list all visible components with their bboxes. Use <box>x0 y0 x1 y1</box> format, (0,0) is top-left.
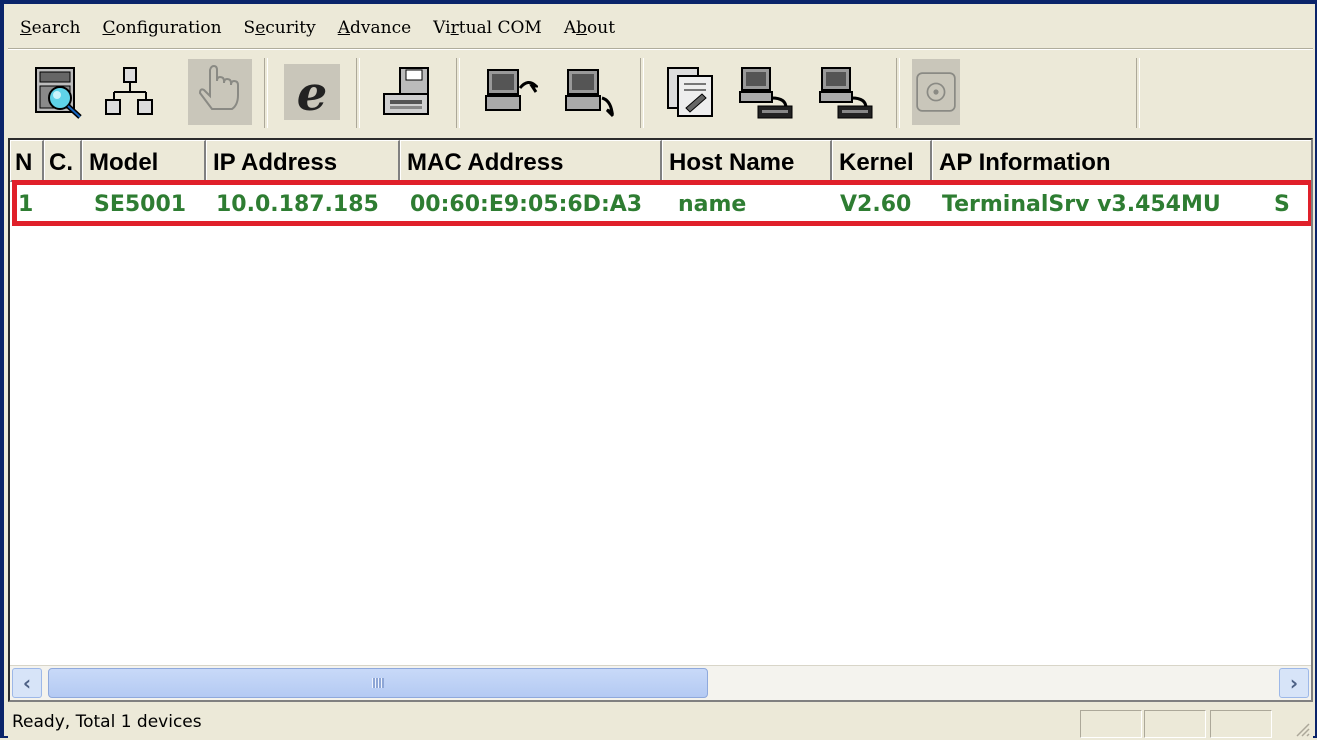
menu-virtual-com[interactable]: Virtual COM <box>422 18 553 38</box>
cell-ap-information: TerminalSrv v3.454MU <box>942 191 1221 217</box>
column-header-ap-information[interactable]: AP Information <box>932 140 1311 182</box>
toolbar-separator <box>456 58 460 128</box>
menu-about-pre: A <box>563 18 577 38</box>
settings-document-icon <box>667 67 713 117</box>
computer-serial-icon <box>739 67 793 119</box>
menu-security-rest: curity <box>265 18 316 38</box>
status-pane <box>1210 710 1272 738</box>
toolbar-separator <box>640 58 644 128</box>
column-header-kernel[interactable]: Kernel <box>832 140 932 182</box>
download-button[interactable] <box>558 59 622 125</box>
web-browser-button[interactable]: e <box>280 59 344 125</box>
menu-about-accel: b <box>576 18 588 38</box>
column-header-n[interactable]: N <box>10 140 44 182</box>
cell-ip-address: 10.0.187.185 <box>216 191 379 217</box>
phone-icon <box>916 72 956 112</box>
upload-button[interactable] <box>478 59 542 125</box>
menu-virtual-com-accel: r <box>450 18 459 38</box>
toolbar-separator <box>356 58 360 128</box>
save-button[interactable] <box>374 59 438 125</box>
chevron-left-icon: ‹ <box>22 671 32 695</box>
column-header-host-name[interactable]: Host Name <box>662 140 832 182</box>
network-button[interactable] <box>98 59 162 125</box>
cell-number: 1 <box>18 191 34 217</box>
toolbar-separator <box>896 58 900 128</box>
scroll-right-button[interactable]: › <box>1279 668 1309 698</box>
menu-configuration-accel: C <box>102 18 116 38</box>
toolbar: e <box>8 49 1313 139</box>
menu-search[interactable]: Search <box>8 18 91 38</box>
horizontal-scrollbar[interactable]: ‹ › <box>10 665 1311 700</box>
save-disk-icon <box>383 67 429 115</box>
column-header-model[interactable]: Model <box>82 140 206 182</box>
serial-config-button[interactable] <box>734 59 798 125</box>
toolbar-separator <box>1136 58 1140 128</box>
column-header-mac-address[interactable]: MAC Address <box>400 140 662 182</box>
serial-config-alt-button[interactable] <box>814 59 878 125</box>
list-header: N C. Model IP Address MAC Address Host N… <box>10 140 1311 182</box>
toolbar-separator <box>264 58 268 128</box>
search-device-button[interactable] <box>26 59 90 125</box>
menu-advance-rest: dvance <box>350 18 412 38</box>
internet-explorer-icon: e <box>284 64 340 120</box>
scroll-left-button[interactable]: ‹ <box>12 668 42 698</box>
table-row[interactable]: 1 SE5001 10.0.187.185 00:60:E9:05:6D:A3 … <box>10 184 1311 224</box>
menu-advance-accel: A <box>337 18 351 38</box>
status-pane <box>1080 710 1142 738</box>
scroll-grip-icon <box>372 678 384 688</box>
hand-button[interactable] <box>188 59 252 125</box>
menu-about[interactable]: About <box>553 18 626 38</box>
cell-host-name: name <box>678 191 747 217</box>
network-tree-icon <box>105 67 153 115</box>
menu-configuration[interactable]: Configuration <box>91 18 232 38</box>
search-icon <box>35 67 82 119</box>
chevron-right-icon: › <box>1289 671 1299 695</box>
cell-kernel: V2.60 <box>840 191 912 217</box>
status-bar: Ready, Total 1 devices <box>8 704 1313 740</box>
dial-button[interactable] <box>912 59 960 125</box>
cell-model: SE5001 <box>94 191 187 217</box>
column-header-ip-address[interactable]: IP Address <box>206 140 400 182</box>
status-pane <box>1144 710 1206 738</box>
menu-security-accel: e <box>255 18 266 38</box>
menu-search-accel: S <box>20 18 32 38</box>
computer-download-icon <box>565 69 615 118</box>
computer-upload-icon <box>485 69 538 111</box>
menu-security-pre: S <box>243 18 256 38</box>
resize-grip-icon[interactable] <box>1291 718 1311 738</box>
column-header-c[interactable]: C. <box>44 140 82 182</box>
menu-about-rest: out <box>587 18 616 38</box>
device-list[interactable]: N C. Model IP Address MAC Address Host N… <box>8 138 1313 702</box>
app-window: Search Configuration Security Advance Vi… <box>0 0 1317 740</box>
settings-button[interactable] <box>658 59 722 125</box>
menu-virtual-com-pre: Vi <box>433 18 451 38</box>
menu-bar: Search Configuration Security Advance Vi… <box>8 8 1313 49</box>
computer-serial-alt-icon <box>819 67 873 119</box>
menu-configuration-rest: onfiguration <box>115 18 222 38</box>
menu-virtual-com-rest: tual COM <box>458 18 542 38</box>
hand-icon <box>198 64 239 110</box>
menu-advance[interactable]: Advance <box>327 18 422 38</box>
svg-text:e: e <box>297 66 328 120</box>
scroll-thumb[interactable] <box>48 668 708 698</box>
cell-overflow: S <box>1274 191 1290 217</box>
status-text: Ready, Total 1 devices <box>12 712 202 732</box>
menu-search-rest: earch <box>31 18 81 38</box>
cell-mac-address: 00:60:E9:05:6D:A3 <box>410 191 643 217</box>
menu-security[interactable]: Security <box>233 18 327 38</box>
